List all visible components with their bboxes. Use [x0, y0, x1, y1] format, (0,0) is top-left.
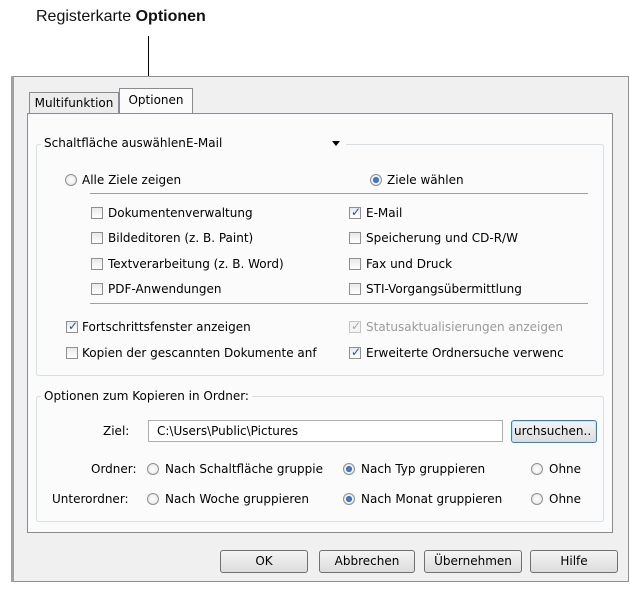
radio-choose-targets-label: Ziele wählen: [387, 173, 464, 187]
radio-subfolder-by-month[interactable]: [343, 493, 355, 505]
checkbox-textverarbeitung[interactable]: [91, 258, 103, 270]
radio-folder-none[interactable]: [531, 463, 543, 475]
label-email: E-Mail: [366, 206, 403, 220]
radio-folder-by-type[interactable]: [343, 463, 355, 475]
label-subfolder-by-week: Nach Woche gruppieren: [165, 492, 310, 506]
subfolder-label: Unterordner:: [52, 492, 129, 506]
label-subfolder-by-month: Nach Monat gruppieren: [361, 492, 503, 506]
label-folder-by-button: Nach Schaltfläche gruppie: [165, 462, 323, 476]
radio-folder-by-button[interactable]: [147, 463, 159, 475]
label-textverarbeitung: Textverarbeitung (z. B. Word): [108, 257, 284, 271]
browse-button[interactable]: urchsuchen..: [511, 420, 597, 443]
dialog-edge: [11, 76, 14, 582]
label-copies: Kopien der gescannten Dokumente anf: [82, 346, 317, 360]
label-extended-folder-search: Erweiterte Ordnersuche verwenc: [366, 346, 564, 360]
label-fax-druck: Fax und Druck: [366, 257, 453, 271]
button-select-dropdown[interactable]: E-Mail: [186, 133, 346, 153]
checkbox-speicherung-cd[interactable]: [349, 232, 361, 244]
apply-button[interactable]: Übernehmen: [424, 550, 522, 573]
help-button[interactable]: Hilfe: [530, 550, 618, 573]
chevron-down-icon: [332, 141, 340, 146]
radio-subfolder-by-week[interactable]: [147, 493, 159, 505]
tab-multifunktion[interactable]: Multifunktion: [29, 92, 119, 113]
checkbox-copies[interactable]: [66, 347, 78, 359]
checkbox-progress-window[interactable]: [66, 319, 78, 333]
callout-prefix: Registerkarte: [36, 8, 136, 25]
checkbox-bildeditoren[interactable]: [91, 232, 103, 244]
checkbox-dokumentenverwaltung[interactable]: [91, 207, 103, 219]
label-speicherung-cd: Speicherung und CD-R/W: [366, 231, 518, 245]
target-path-input[interactable]: C:\Users\Public\Pictures: [148, 420, 503, 442]
checkbox-extended-folder-search[interactable]: [349, 345, 361, 359]
checkbox-pdf-anwendungen[interactable]: [91, 283, 103, 295]
label-folder-by-type: Nach Typ gruppieren: [361, 462, 486, 476]
folder-label: Ordner:: [91, 462, 137, 476]
label-status-updates: Statusaktualisierungen anzeigen: [366, 320, 563, 334]
checkbox-fax-druck[interactable]: [349, 258, 361, 270]
radio-choose-targets[interactable]: [370, 174, 382, 186]
label-pdf-anwendungen: PDF-Anwendungen: [108, 282, 222, 296]
callout-label: Registerkarte Optionen: [36, 8, 206, 26]
checkbox-email[interactable]: [349, 205, 361, 219]
radio-subfolder-none[interactable]: [531, 493, 543, 505]
ok-button[interactable]: OK: [220, 550, 308, 573]
label-folder-none: Ohne: [549, 462, 582, 476]
checkbox-status-updates: [349, 319, 361, 333]
label-progress-window: Fortschrittsfenster anzeigen: [82, 320, 251, 334]
cancel-button[interactable]: Abbrechen: [319, 550, 415, 573]
target-label: Ziel:: [103, 424, 130, 438]
separator-top: [90, 193, 588, 194]
button-select-label: Schaltfläche auswählen: [41, 135, 189, 151]
label-subfolder-none: Ohne: [549, 492, 582, 506]
button-select-value: E-Mail: [186, 136, 223, 150]
radio-all-targets-label: Alle Ziele zeigen: [82, 173, 182, 187]
tab-optionen[interactable]: Optionen: [119, 88, 193, 113]
radio-all-targets[interactable]: [65, 174, 77, 186]
callout-bold: Optionen: [135, 8, 206, 25]
copy-group-legend: Optionen zum Kopieren in Ordner:: [41, 388, 252, 404]
label-dokumentenverwaltung: Dokumentenverwaltung: [108, 206, 253, 220]
separator-bottom: [90, 303, 588, 304]
label-sti: STI-Vorgangsübermittlung: [366, 282, 522, 296]
checkbox-sti[interactable]: [349, 283, 361, 295]
label-bildeditoren: Bildeditoren (z. B. Paint): [108, 231, 254, 245]
